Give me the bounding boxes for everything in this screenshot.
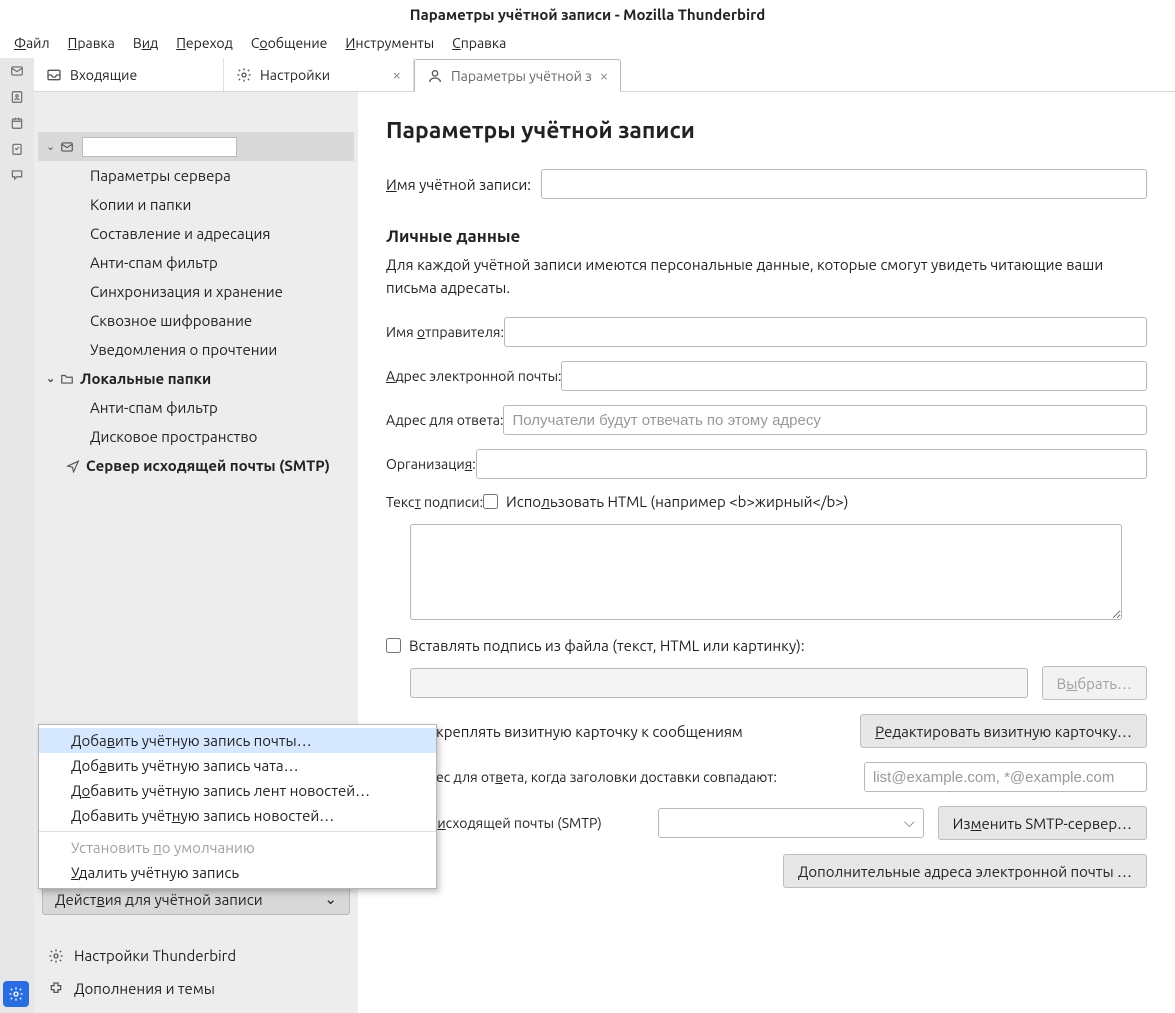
menu-add-news-account[interactable]: Добавить учётную запись новостей… <box>39 803 436 828</box>
send-icon <box>66 459 86 473</box>
browse-button: Выбрать… <box>1042 666 1147 700</box>
sig-from-file-checkbox[interactable] <box>386 638 401 653</box>
sidebar-item-label: Сервер исходящей почты (SMTP) <box>86 457 330 474</box>
menu-edit[interactable]: Правка <box>60 31 123 55</box>
button-label: Действия для учётной записи <box>55 891 263 908</box>
sidebar-item-compose[interactable]: Составление и адресация <box>38 219 354 248</box>
menu-add-feed-account[interactable]: Добавить учётную запись лент новостей… <box>39 778 436 803</box>
personal-section-desc: Для каждой учётной записи имеются персон… <box>386 254 1147 299</box>
sig-from-file-label: Вставлять подпись из файла (текст, HTML … <box>409 637 805 654</box>
gear-icon <box>236 67 252 83</box>
org-field[interactable] <box>476 449 1147 479</box>
edit-smtp-button[interactable]: Изменить SMTP-сервер… <box>938 806 1147 840</box>
menu-bar: Файл Правка Вид Переход Сообщение Инстру… <box>0 28 1175 58</box>
inbox-icon <box>46 67 62 83</box>
tab-strip: Входящие Настройки × Параметры учётной з… <box>34 58 1175 92</box>
menu-add-chat-account[interactable]: Добавить учётную запись чата… <box>39 753 436 778</box>
tab-label: Настройки <box>260 67 330 83</box>
account-icon <box>427 68 443 84</box>
link-label: Дополнения и темы <box>74 980 215 997</box>
signature-textarea[interactable] <box>410 524 1122 620</box>
account-actions-menu: Добавить учётную запись почты… Добавить … <box>38 724 437 889</box>
sidebar-item-spam[interactable]: Анти-спам фильтр <box>38 248 354 277</box>
tab-inbox[interactable]: Входящие <box>34 58 224 91</box>
account-name-label: Имя учётной записи: <box>386 176 531 193</box>
account-name-input[interactable] <box>82 137 237 157</box>
tab-label: Входящие <box>70 67 137 83</box>
menu-help[interactable]: Справка <box>444 31 514 55</box>
menu-delete-account[interactable]: Удалить учётную запись <box>39 860 436 885</box>
sidebar-item-label: Локальные папки <box>80 370 211 387</box>
chat-icon[interactable] <box>8 168 26 182</box>
menu-add-mail-account[interactable]: Добавить учётную запись почты… <box>39 728 436 753</box>
thunderbird-settings-link[interactable]: Настройки Thunderbird <box>42 939 350 972</box>
folder-icon <box>60 372 80 386</box>
sidebar-item-smtp[interactable]: Сервер исходящей почты (SMTP) <box>38 451 354 480</box>
chevron-down-icon[interactable]: ⌄ <box>46 140 60 153</box>
menu-message[interactable]: Сообщение <box>243 31 336 55</box>
menu-separator <box>39 831 436 832</box>
menu-view[interactable]: Вид <box>125 31 166 55</box>
sidebar-item-spam-local[interactable]: Анти-спам фильтр <box>38 393 354 422</box>
accounts-tree: ⌄ Параметры сервера Копии и папки Состав… <box>34 92 358 484</box>
sidebar-item-receipts[interactable]: Уведомления о прочтении <box>38 335 354 364</box>
menu-tools[interactable]: Инструменты <box>337 31 442 55</box>
additional-addresses-button[interactable]: Дополнительные адреса электронной почты … <box>783 854 1147 888</box>
window-title: Параметры учётной записи - Mozilla Thund… <box>0 0 1175 28</box>
activity-bar <box>0 58 34 1013</box>
settings-gear-icon[interactable] <box>3 981 29 1007</box>
mail-account-icon <box>60 140 80 154</box>
sidebar-item-e2e[interactable]: Сквозное шифрование <box>38 306 354 335</box>
reply-label: Адрес для ответа: <box>386 412 503 428</box>
addons-link[interactable]: Дополнения и темы <box>42 972 350 1005</box>
personal-section-title: Личные данные <box>386 227 1147 246</box>
reply-to-field[interactable] <box>503 405 1147 435</box>
menu-go[interactable]: Переход <box>168 31 241 55</box>
link-label: Настройки Thunderbird <box>74 947 236 964</box>
sidebar-item-server-params[interactable]: Параметры сервера <box>38 161 354 190</box>
reply-match-field[interactable] <box>864 762 1147 792</box>
sidebar-item-local-folders[interactable]: ⌄ Локальные папки <box>38 364 354 393</box>
tab-account-settings[interactable]: Параметры учётной з × <box>414 59 621 92</box>
attach-vcard-label: креплять визитную карточку к сообщениям <box>436 723 743 740</box>
calendar-icon[interactable] <box>8 116 26 130</box>
sidebar-item-sync[interactable]: Синхронизация и хранение <box>38 277 354 306</box>
sender-name-field[interactable] <box>504 317 1147 347</box>
smtp-server-select[interactable] <box>658 808 924 838</box>
close-icon[interactable]: × <box>393 66 401 83</box>
page-title: Параметры учётной записи <box>386 118 1147 143</box>
tab-label: Параметры учётной з <box>451 68 592 84</box>
use-html-label: Использовать HTML (например <b>жирный</b… <box>506 493 848 510</box>
address-book-icon[interactable] <box>8 90 26 104</box>
sidebar-item-copies[interactable]: Копии и папки <box>38 190 354 219</box>
menu-set-default: Установить по умолчанию <box>39 835 436 860</box>
use-html-checkbox[interactable] <box>483 494 498 509</box>
reply-match-label: ес для ответа, когда заголовки доставки … <box>436 769 777 785</box>
tab-settings[interactable]: Настройки × <box>224 58 414 91</box>
menu-file[interactable]: Файл <box>6 31 58 55</box>
chevron-down-icon: ⌄ <box>324 890 337 908</box>
signature-text-label: Текст подписи: <box>386 494 483 510</box>
sender-name-label: Имя отправителя: <box>386 324 504 340</box>
settings-pane: Параметры учётной записи Имя учётной зап… <box>358 92 1175 1013</box>
account-row[interactable]: ⌄ <box>38 132 354 161</box>
accounts-sidebar: ⌄ Параметры сервера Копии и папки Состав… <box>34 92 358 1013</box>
email-field[interactable] <box>561 361 1147 391</box>
sidebar-item-disk[interactable]: Дисковое пространство <box>38 422 354 451</box>
tasks-icon[interactable] <box>8 142 26 156</box>
close-icon[interactable]: × <box>600 67 608 84</box>
mail-icon[interactable] <box>8 64 26 78</box>
org-label: Организация: <box>386 456 476 472</box>
account-name-field[interactable] <box>541 169 1147 199</box>
email-label: Адрес электронной почты: <box>386 368 561 384</box>
sig-file-path-field[interactable] <box>410 668 1028 698</box>
chevron-down-icon[interactable]: ⌄ <box>46 372 60 385</box>
edit-vcard-button[interactable]: Редактировать визитную карточку… <box>860 714 1147 748</box>
